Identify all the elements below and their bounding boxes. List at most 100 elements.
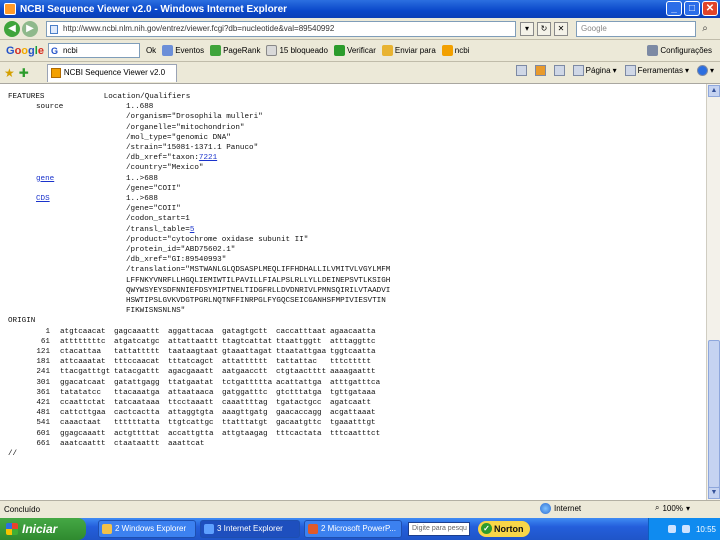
url-text: http://www.ncbi.nlm.nih.gov/entrez/viewe… <box>63 23 335 33</box>
page-icon <box>572 65 584 76</box>
home-button[interactable] <box>515 65 527 76</box>
task-powerpoint[interactable]: 2 Microsoft PowerP... <box>304 520 402 538</box>
sequence-block: agatcaatt <box>330 399 372 407</box>
qualifier-line: 1..>688 <box>126 195 158 203</box>
toolbar-ncbi[interactable]: ncbi <box>441 45 469 56</box>
toolbar-enviar-para[interactable]: Enviar para <box>381 45 436 56</box>
add-favorites-icon[interactable]: ✚ <box>19 66 29 80</box>
qualifier-line: /country="Mexico" <box>126 164 204 173</box>
vertical-scrollbar[interactable]: ▲ ▼ <box>706 84 720 500</box>
sequence-block: ttcctaaatt <box>168 399 214 407</box>
sequence-block: tgttgataaa <box>330 388 376 397</box>
sequence-block: attttttttc <box>60 337 106 346</box>
tools-menu[interactable]: Ferramentas ▾ <box>624 65 689 76</box>
sequence-block: ggagcaaatt <box>60 429 106 438</box>
sequence-block: ctacattaa <box>60 348 102 356</box>
security-zone: Internet <box>540 503 581 514</box>
maximize-button[interactable]: □ <box>684 1 700 16</box>
scroll-down-arrow[interactable]: ▼ <box>708 487 720 499</box>
task-internet-explorer[interactable]: 3 Internet Explorer <box>200 520 300 538</box>
toolbar-configuracoes[interactable]: Configurações <box>647 45 712 56</box>
genbank-record: FEATURES Location/Qualifiers source 1..688… <box>0 84 706 500</box>
sequence-block: gtaaattagat <box>222 348 273 356</box>
dropdown-icon[interactable]: ▾ <box>520 21 534 36</box>
record-link[interactable]: 5 <box>190 226 195 234</box>
toolbar-eventos[interactable]: Eventos <box>162 45 204 56</box>
sequence-block: caaattttag <box>222 399 268 407</box>
google-logo: Google <box>6 44 44 57</box>
search-icon[interactable]: ⌕ <box>698 22 712 36</box>
sequence-block: tggtcaatta <box>330 348 376 356</box>
google-go-button[interactable]: Ok <box>146 46 156 55</box>
favorites-star-icon[interactable]: ★ <box>4 66 15 80</box>
feature-key-gene[interactable]: gene <box>36 175 54 183</box>
toolbar-pagerank[interactable]: PageRank <box>210 45 260 56</box>
sequence-block: gagcaaattt <box>114 327 160 336</box>
taskbar-search-input[interactable]: Digite para pesqu <box>408 522 470 536</box>
help-button[interactable]: ▾ <box>696 65 714 76</box>
page-icon <box>50 24 58 34</box>
norton-button[interactable]: ✓ Norton <box>478 521 530 537</box>
ie-task-icon <box>204 524 214 534</box>
tray-icon[interactable] <box>667 525 676 533</box>
task-windows-explorer[interactable]: 2 Windows Explorer <box>98 520 196 538</box>
sequence-block: tattattac <box>276 358 318 367</box>
refresh-icon[interactable]: ↻ <box>537 21 551 36</box>
minimize-button[interactable]: _ <box>666 1 682 16</box>
rss-icon <box>534 65 546 76</box>
sequence-block: attcaaatat <box>60 358 106 367</box>
close-button[interactable]: ✕ <box>702 1 718 16</box>
pagerank-icon <box>210 45 222 56</box>
live-search-input[interactable]: Google <box>576 20 696 37</box>
qualifier-line: /strain="15081-1371.1 Panuco" <box>126 144 259 152</box>
sequence-block: acgattaaat <box>330 409 376 418</box>
print-button[interactable] <box>553 65 565 76</box>
sequence-block: caccatttaat <box>276 327 327 336</box>
qualifier-line: /codon_start=1 <box>126 215 190 224</box>
sequence-position: 601 <box>36 429 50 438</box>
back-button[interactable]: ◀ <box>4 20 20 37</box>
stop-icon[interactable]: ✕ <box>554 21 568 36</box>
qualifier-line: 1..>688 <box>126 174 158 183</box>
scroll-up-arrow[interactable]: ▲ <box>708 85 720 97</box>
sequence-block: attgtaagag <box>222 429 268 438</box>
folder-icon <box>102 524 112 534</box>
start-button[interactable]: Iniciar <box>0 518 86 540</box>
send-icon <box>381 45 393 56</box>
forward-button[interactable]: ▶ <box>22 20 38 37</box>
qualifier-line: 1..688 <box>126 103 154 112</box>
url-input[interactable]: http://www.ncbi.nlm.nih.gov/entrez/viewe… <box>46 20 516 37</box>
sequence-block: atttaggttc <box>330 337 376 346</box>
qualifier-line: /gene="COII" <box>126 184 181 193</box>
google-search-input[interactable]: G ncbi <box>47 43 140 58</box>
checkmark-icon: ✓ <box>481 523 492 534</box>
tab-ncbi-viewer[interactable]: NCBI Sequence Viewer v2.0 <box>46 63 177 82</box>
sequence-block: atgatcatgc <box>114 337 160 346</box>
scroll-thumb[interactable] <box>708 340 720 488</box>
sequence-block: tctgattttta <box>222 378 273 387</box>
zoom-control[interactable]: ⌕ 100% ▾ <box>655 503 690 513</box>
page-menu[interactable]: Página ▾ <box>572 65 617 76</box>
feature-key-cds[interactable]: CDS <box>36 195 50 203</box>
tray-icon[interactable] <box>681 525 690 533</box>
record-link[interactable]: 7221 <box>199 154 217 162</box>
sequence-block: tttatcagct <box>168 358 214 367</box>
sequence-position: 421 <box>36 399 50 407</box>
sequence-block: ctgtaactttt <box>276 368 327 377</box>
status-text: Concluído <box>4 505 41 514</box>
feeds-button[interactable] <box>534 65 546 76</box>
sequence-block: ttacaaatga <box>114 388 160 397</box>
help-icon <box>696 65 708 76</box>
qualifier-line[interactable]: /transl_table=5 <box>126 226 194 234</box>
magnifier-icon: ⌕ <box>655 503 660 512</box>
sequence-block: tttcactata <box>276 429 322 438</box>
qualifier-line: /product="cytochrome oxidase subunit II" <box>126 235 309 244</box>
clock: 10:55 <box>695 524 716 534</box>
gear-icon <box>624 65 636 76</box>
sequence-block: ctaataattt <box>114 439 160 448</box>
window-title: NCBI Sequence Viewer v2.0 - Windows Inte… <box>20 3 288 15</box>
toolbar-verificar[interactable]: Verificar <box>333 45 376 56</box>
toolbar-popup-blocked[interactable]: 15 bloqueado <box>266 45 328 56</box>
windows-taskbar: Iniciar 2 Windows Explorer 3 Internet Ex… <box>0 518 720 540</box>
qualifier-line[interactable]: /db_xref="taxon:7221 <box>126 154 217 162</box>
